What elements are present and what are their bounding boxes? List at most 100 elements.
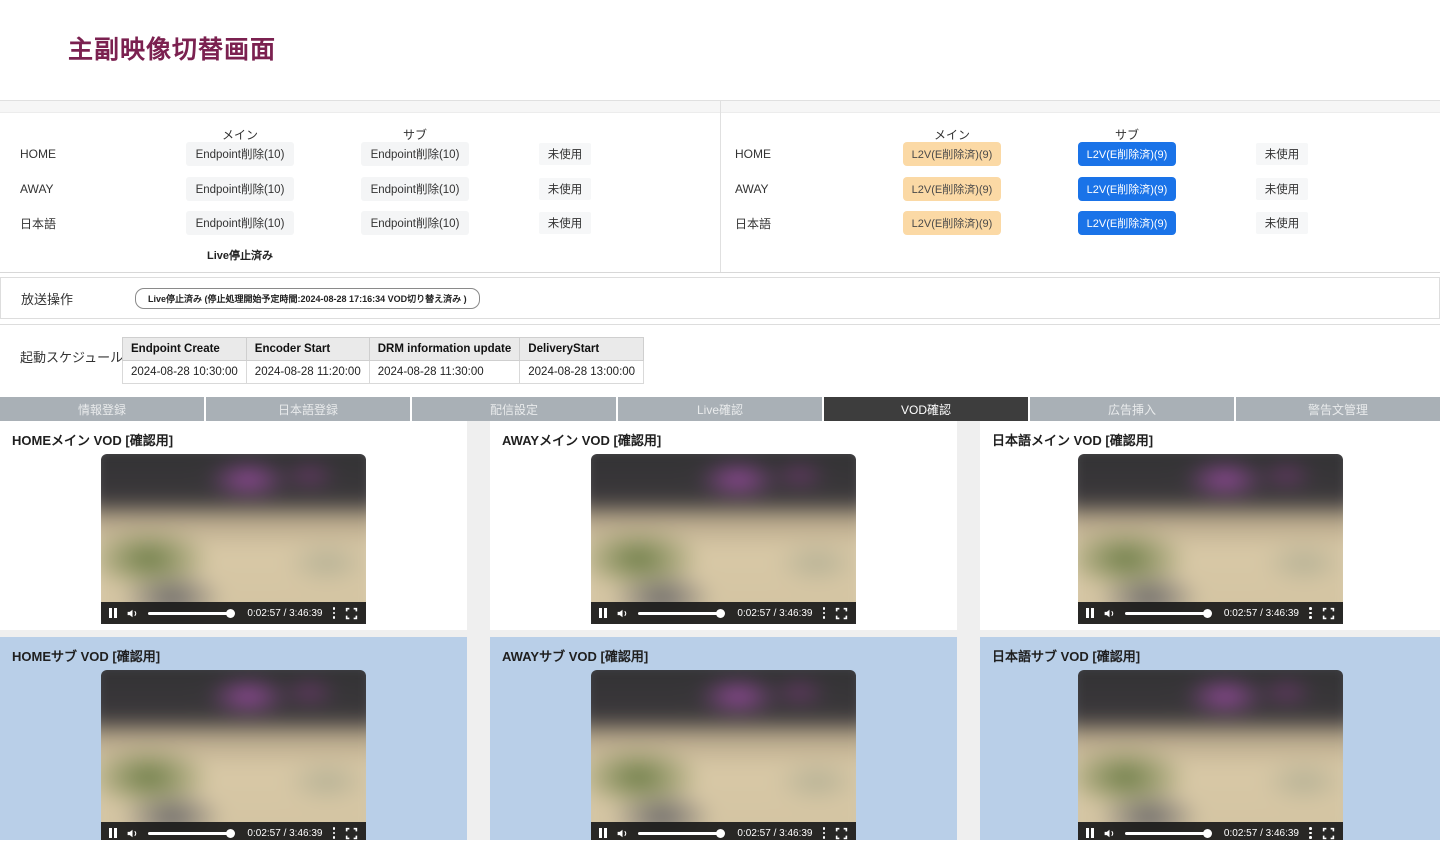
video-controls-bar: 0:02:57 / 3:46:39 <box>591 602 856 624</box>
video-player-home-main[interactable]: 0:02:57 / 3:46:39 <box>101 454 366 624</box>
endpoint-row-japanese-label: 日本語 <box>20 216 57 231</box>
endpoint-delete-away-main-button[interactable]: Endpoint削除(10) <box>185 177 295 201</box>
endpoint-delete-japanese-sub-button[interactable]: Endpoint削除(10) <box>360 211 470 235</box>
l2v-japanese-main-button[interactable]: L2V(E削除済)(9) <box>902 211 1002 235</box>
l2v-row-away-label: AWAY <box>735 182 769 196</box>
l2v-home-main-button[interactable]: L2V(E削除済)(9) <box>902 142 1002 166</box>
endpoint-japanese-unused-chip: 未使用 <box>538 212 592 234</box>
video-panel-home-sub: HOMEサブ VOD [確認用] 0:02:57 / 3:46:39 <box>0 637 467 840</box>
fullscreen-icon[interactable] <box>1322 827 1335 840</box>
video-panel-title: HOMEメイン VOD [確認用] <box>12 433 174 448</box>
video-player-japanese-sub[interactable]: 0:02:57 / 3:46:39 <box>1077 670 1343 840</box>
pause-icon[interactable] <box>599 608 607 618</box>
startup-schedule-section: 起動スケジュール Endpoint Create Encoder Start D… <box>0 324 1440 397</box>
tab-info-registration[interactable]: 情報登録 <box>0 397 206 421</box>
l2v-row-japanese-label: 日本語 <box>735 216 772 231</box>
video-panel-title: AWAYサブ VOD [確認用] <box>502 649 649 664</box>
endpoint-delete-japanese-main-button[interactable]: Endpoint削除(10) <box>185 211 295 235</box>
video-player-japanese-main[interactable]: 0:02:57 / 3:46:39 <box>1077 454 1343 624</box>
volume-icon[interactable] <box>1102 607 1117 620</box>
l2v-japanese-sub-button[interactable]: L2V(E削除済)(9) <box>1077 211 1177 235</box>
progress-bar[interactable] <box>638 608 726 618</box>
video-panel-title: AWAYメイン VOD [確認用] <box>502 433 662 448</box>
time-display: 0:02:57 / 3:46:39 <box>737 827 813 839</box>
progress-bar[interactable] <box>638 828 726 838</box>
schedule-value-drm-update: 2024-08-28 11:30:00 <box>368 360 521 384</box>
volume-icon[interactable] <box>615 827 630 840</box>
kebab-menu-icon[interactable] <box>331 825 338 840</box>
video-controls-bar: 0:02:57 / 3:46:39 <box>101 602 366 624</box>
time-display: 0:02:57 / 3:46:39 <box>1223 827 1299 839</box>
broadcast-operation-section: 放送操作 Live停止済み (停止処理開始予定時間:2024-08-28 17:… <box>0 277 1440 319</box>
schedule-value-endpoint-create: 2024-08-28 10:30:00 <box>122 360 247 384</box>
video-panel-title: 日本語メイン VOD [確認用] <box>992 433 1154 448</box>
video-controls-bar: 0:02:57 / 3:46:39 <box>1077 822 1343 840</box>
kebab-menu-icon[interactable] <box>821 605 828 621</box>
fullscreen-icon[interactable] <box>1322 607 1335 620</box>
volume-icon[interactable] <box>1102 827 1117 840</box>
l2v-home-sub-button[interactable]: L2V(E削除済)(9) <box>1077 142 1177 166</box>
progress-bar[interactable] <box>148 828 236 838</box>
video-controls-bar: 0:02:57 / 3:46:39 <box>591 822 856 840</box>
endpoint-delete-home-main-button[interactable]: Endpoint削除(10) <box>185 142 295 166</box>
video-panel-away-sub: AWAYサブ VOD [確認用] 0:02:57 / 3:46:39 <box>490 637 957 840</box>
schedule-header-delivery-start: DeliveryStart <box>519 337 645 361</box>
video-panel-away-main: AWAYメイン VOD [確認用] 0:02:57 / 3:46:39 <box>490 421 957 630</box>
progress-bar[interactable] <box>1124 608 1213 618</box>
video-panel-home-main: HOMEメイン VOD [確認用] 0:02:57 / 3:46:39 <box>0 421 467 630</box>
endpoint-delete-home-sub-button[interactable]: Endpoint削除(10) <box>360 142 470 166</box>
pause-icon[interactable] <box>109 608 117 618</box>
progress-bar[interactable] <box>1124 828 1213 838</box>
schedule-header-encoder-start: Encoder Start <box>245 337 370 361</box>
fullscreen-icon[interactable] <box>835 607 848 620</box>
tab-vod-check[interactable]: VOD確認 <box>824 397 1030 421</box>
kebab-menu-icon[interactable] <box>1307 605 1314 621</box>
endpoint-home-unused-chip: 未使用 <box>538 143 592 165</box>
l2v-japanese-unused-chip: 未使用 <box>1255 212 1309 234</box>
endpoint-status-panel: メイン サブ HOME Endpoint削除(10) Endpoint削除(10… <box>0 101 720 272</box>
tab-warning-management[interactable]: 警告文管理 <box>1236 397 1440 421</box>
kebab-menu-icon[interactable] <box>1307 825 1314 840</box>
tab-ad-insertion[interactable]: 広告挿入 <box>1030 397 1236 421</box>
vod-check-video-grid: HOMEメイン VOD [確認用] 0:02:57 / 3:46:39 AWAY… <box>0 421 1440 840</box>
l2v-away-main-button[interactable]: L2V(E削除済)(9) <box>902 177 1002 201</box>
endpoint-away-unused-chip: 未使用 <box>538 178 592 200</box>
video-frame-blurred <box>101 670 366 840</box>
video-player-away-sub[interactable]: 0:02:57 / 3:46:39 <box>591 670 856 840</box>
pause-icon[interactable] <box>599 828 607 838</box>
tab-delivery-settings[interactable]: 配信設定 <box>412 397 618 421</box>
pause-icon[interactable] <box>1085 828 1094 838</box>
video-panel-japanese-sub: 日本語サブ VOD [確認用] 0:02:57 / 3:46:39 <box>980 637 1440 840</box>
kebab-menu-icon[interactable] <box>331 605 338 621</box>
live-stop-status-button[interactable]: Live停止済み (停止処理開始予定時間:2024-08-28 17:16:34… <box>135 287 480 309</box>
tab-bar: 情報登録 日本語登録 配信設定 Live確認 VOD確認 広告挿入 警告文管理 <box>0 397 1440 421</box>
endpoint-panel-header-strip <box>0 101 720 113</box>
fullscreen-icon[interactable] <box>345 827 358 840</box>
video-frame-blurred <box>1077 454 1343 624</box>
pause-icon[interactable] <box>1085 608 1094 618</box>
tab-japanese-registration[interactable]: 日本語登録 <box>206 397 412 421</box>
endpoint-delete-away-sub-button[interactable]: Endpoint削除(10) <box>360 177 470 201</box>
video-panel-japanese-main: 日本語メイン VOD [確認用] 0:02:57 / 3:46:39 <box>980 421 1440 630</box>
video-frame-blurred <box>591 670 856 840</box>
kebab-menu-icon[interactable] <box>821 825 828 840</box>
volume-icon[interactable] <box>125 827 140 840</box>
l2v-away-sub-button[interactable]: L2V(E削除済)(9) <box>1077 177 1177 201</box>
video-player-home-sub[interactable]: 0:02:57 / 3:46:39 <box>101 670 366 840</box>
time-display: 0:02:57 / 3:46:39 <box>247 607 323 619</box>
schedule-value-delivery-start: 2024-08-28 13:00:00 <box>519 360 645 384</box>
tab-live-check[interactable]: Live確認 <box>618 397 824 421</box>
schedule-value-encoder-start: 2024-08-28 11:20:00 <box>245 360 370 384</box>
time-display: 0:02:57 / 3:46:39 <box>247 827 323 839</box>
video-panel-title: HOMEサブ VOD [確認用] <box>12 649 161 664</box>
progress-bar[interactable] <box>148 608 236 618</box>
fullscreen-icon[interactable] <box>835 827 848 840</box>
video-player-away-main[interactable]: 0:02:57 / 3:46:39 <box>591 454 856 624</box>
video-frame-blurred <box>1077 670 1343 840</box>
l2v-away-unused-chip: 未使用 <box>1255 178 1309 200</box>
volume-icon[interactable] <box>615 607 630 620</box>
video-controls-bar: 0:02:57 / 3:46:39 <box>101 822 366 840</box>
volume-icon[interactable] <box>125 607 140 620</box>
fullscreen-icon[interactable] <box>345 607 358 620</box>
pause-icon[interactable] <box>109 828 117 838</box>
